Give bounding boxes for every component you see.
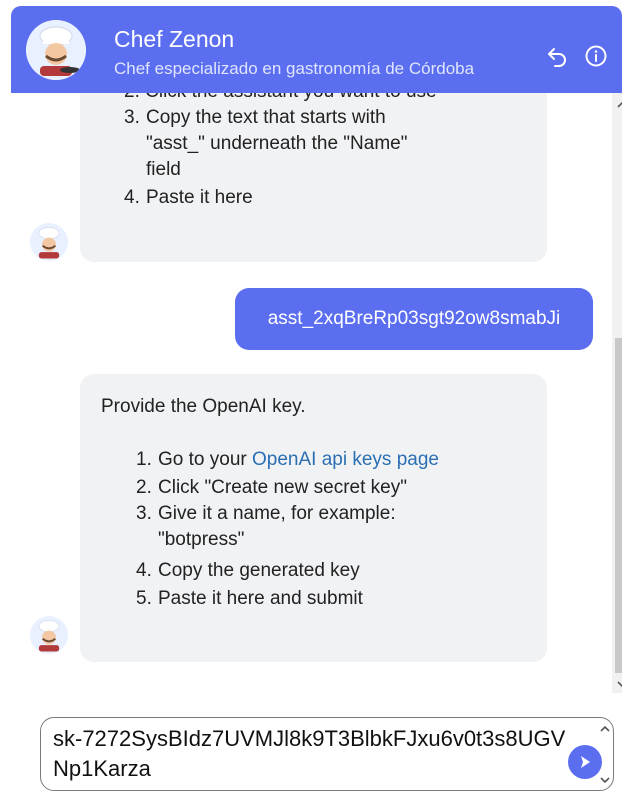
scroll-down-icon[interactable] (616, 678, 622, 690)
list-item-partial: 2. Click the assistant you want to use (124, 93, 437, 105)
list-item: 2. Click "Create new secret key" (136, 477, 407, 498)
bot-avatar (30, 616, 68, 654)
chef-avatar (26, 20, 86, 80)
list-item: 1. Go to your OpenAI api keys page (136, 449, 439, 470)
composer-scroll-up-icon[interactable] (598, 722, 612, 736)
message-composer (40, 717, 614, 791)
message-input[interactable] (53, 724, 573, 784)
list-item: 4. Paste it here (124, 187, 253, 208)
chat-messages[interactable]: 2. Click the assistant you want to use 3… (11, 93, 622, 693)
info-icon[interactable] (582, 42, 610, 70)
chat-title: Chef Zenon (114, 26, 235, 52)
send-icon (581, 756, 590, 768)
list-item: 3. Give it a name, for example: "botpres… (136, 503, 396, 550)
user-message: asst_2xqBreRp03sgt92ow8smabJi (235, 288, 593, 350)
bot-message: 2. Click the assistant you want to use 3… (80, 93, 547, 262)
list-item: 5. Paste it here and submit (136, 588, 363, 609)
bot-message-intro: Provide the OpenAI key. (101, 396, 306, 417)
chat-subtitle: Chef especializado en gastronomía de Cór… (114, 59, 475, 78)
bot-message: Provide the OpenAI key. 1. Go to your Op… (80, 374, 547, 662)
send-button[interactable] (568, 745, 602, 779)
chat-header: Chef Zenon Chef especializado en gastron… (11, 6, 622, 93)
composer-scroll-down-icon[interactable] (598, 773, 612, 787)
openai-api-keys-link[interactable]: OpenAI api keys page (252, 449, 439, 470)
user-message-text: asst_2xqBreRp03sgt92ow8smabJi (267, 308, 561, 329)
chat-scrollbar[interactable] (612, 93, 622, 693)
scrollbar-thumb[interactable] (615, 338, 622, 673)
refresh-icon[interactable] (543, 42, 571, 70)
list-item: 4. Copy the generated key (136, 560, 360, 581)
scroll-up-icon[interactable] (616, 99, 622, 111)
bot-avatar (30, 223, 68, 261)
list-item: 3. Copy the text that starts with "asst_… (124, 107, 408, 180)
